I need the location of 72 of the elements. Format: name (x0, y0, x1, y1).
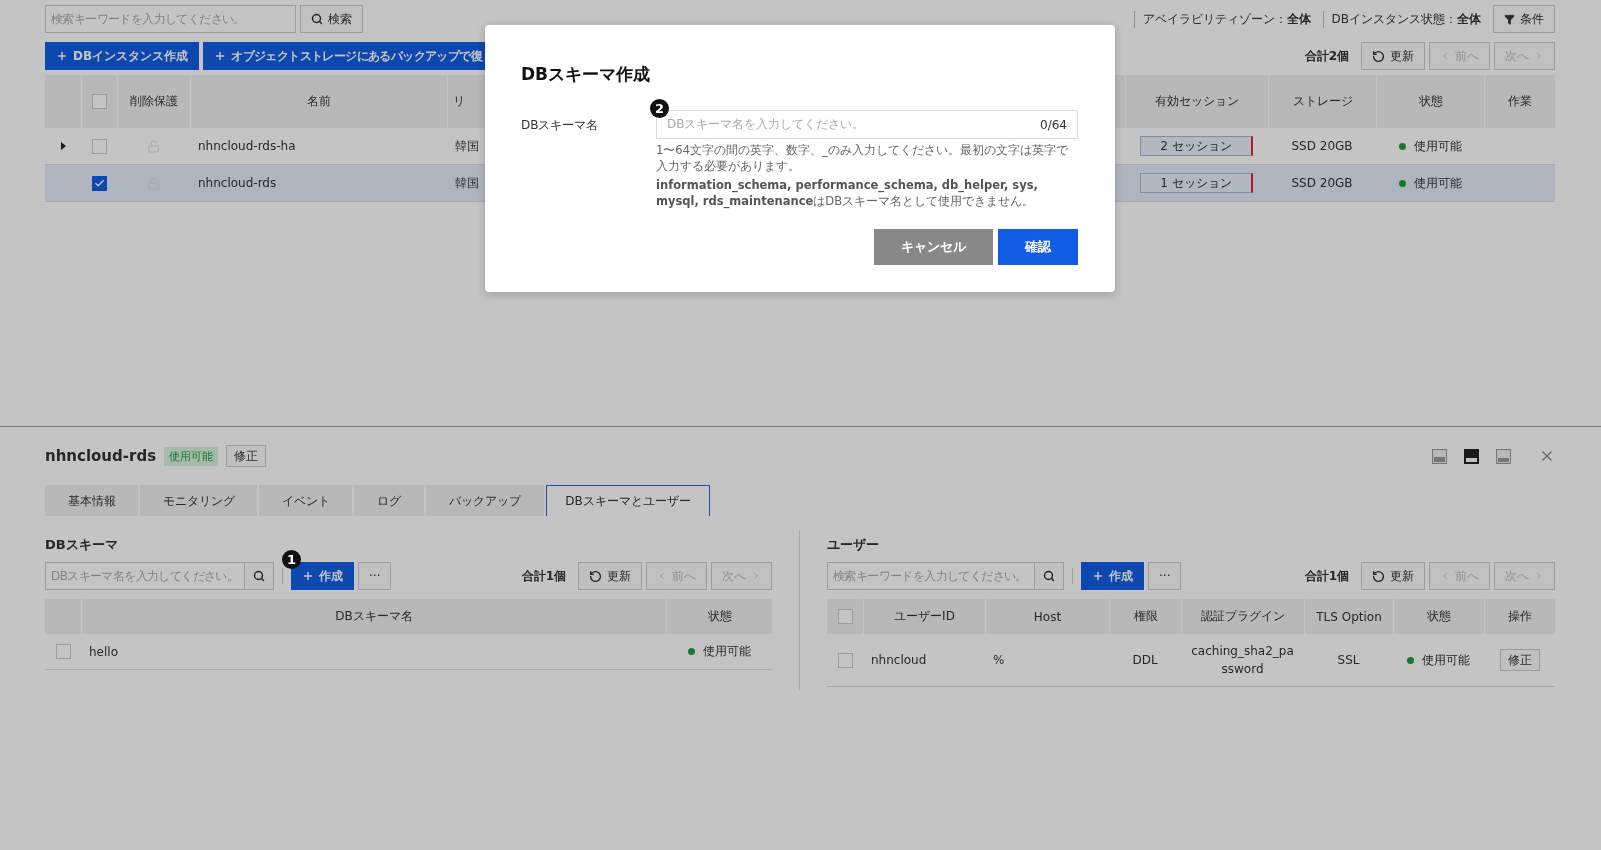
session-bar: 1 セッション (1140, 173, 1253, 193)
status-badge: 使用可能 (164, 446, 219, 466)
plus-icon (214, 50, 227, 62)
tab[interactable]: イベント (259, 485, 352, 516)
status-text: 使用可能 (1398, 174, 1462, 192)
privilege-text: DDL (1132, 653, 1158, 667)
chevron-left-icon (657, 570, 667, 582)
layout-icon[interactable] (1464, 448, 1479, 464)
refresh-button[interactable]: 更新 (578, 562, 642, 590)
chevron-right-icon (751, 570, 761, 582)
refresh-button[interactable]: 更新 (1361, 562, 1425, 590)
total-count: 合計2個 (1304, 47, 1349, 65)
filter-icon (1504, 13, 1515, 25)
plus-icon (56, 50, 68, 62)
search-icon (1043, 570, 1055, 582)
tab[interactable]: バックアップ (426, 485, 544, 516)
total-count: 合計1個 (521, 567, 566, 585)
step-marker: 1 (282, 550, 301, 569)
search-button[interactable]: 検索 (300, 5, 363, 33)
plugin-text: caching_sha2_password (1190, 643, 1295, 678)
instance-name: nhncloud-rds-ha (198, 139, 296, 153)
instance-name: nhncloud-rds (198, 176, 277, 190)
region-text: 韓国 (455, 137, 479, 155)
tls-text: SSL (1337, 653, 1360, 667)
storage-text: SSD 20GB (1291, 139, 1353, 153)
filter-summary: DBインスタンス状態：全体 (1322, 10, 1489, 28)
check-icon (93, 177, 105, 189)
refresh-icon (589, 569, 602, 583)
tab[interactable]: モニタリング (140, 485, 257, 516)
status-text: 使用可能 (1398, 137, 1462, 155)
plus-icon (1092, 570, 1104, 582)
confirm-button[interactable]: 確認 (998, 229, 1078, 265)
more-button[interactable]: ··· (1148, 562, 1182, 590)
edit-button[interactable]: 修正 (226, 445, 267, 467)
section-title: ユーザー (827, 536, 880, 554)
search-button[interactable] (1035, 562, 1064, 590)
user-id: nhncloud (871, 653, 927, 667)
cancel-button[interactable]: キャンセル (874, 229, 993, 265)
status-text: 使用可能 (1407, 651, 1470, 669)
more-button[interactable]: ··· (358, 562, 392, 590)
checkbox[interactable] (91, 175, 107, 191)
create-button[interactable]: 作成 (1081, 562, 1144, 590)
step-marker: 2 (650, 99, 669, 118)
refresh-icon (1372, 569, 1385, 583)
status-text: 使用可能 (687, 643, 751, 660)
chevron-right-icon (1534, 50, 1544, 62)
chevron-left-icon (1440, 50, 1450, 62)
session-bar: 2 セッション (1140, 136, 1253, 156)
refresh-button[interactable]: 更新 (1361, 42, 1425, 70)
tab[interactable]: DBスキーマとユーザー (546, 485, 710, 516)
refresh-icon (1372, 49, 1385, 63)
host-text: % (993, 653, 1005, 667)
region-text: 韓国 (455, 174, 479, 192)
edit-button[interactable]: 修正 (1499, 649, 1540, 671)
unlock-icon (147, 139, 160, 153)
tab[interactable]: 基本情報 (45, 485, 138, 516)
tab[interactable]: ログ (354, 485, 424, 516)
chevron-right-icon (1534, 570, 1544, 582)
expand-icon[interactable] (60, 142, 66, 150)
total-count: 合計1個 (1304, 567, 1349, 585)
action-button[interactable]: DBインスタンス作成 (45, 42, 200, 70)
search-icon (311, 13, 323, 25)
condition-button[interactable]: 条件 (1493, 5, 1555, 33)
chevron-left-icon (1440, 570, 1450, 582)
plus-icon (302, 570, 314, 582)
section-title: DBスキーマ (45, 536, 119, 554)
instance-title: nhncloud-rds (45, 447, 157, 465)
search-button[interactable] (245, 562, 274, 590)
storage-text: SSD 20GB (1291, 176, 1353, 190)
filter-summary: アベイラビリティゾーン：全体 (1133, 10, 1319, 28)
schema-name: hello (89, 644, 118, 659)
search-icon (253, 570, 265, 582)
